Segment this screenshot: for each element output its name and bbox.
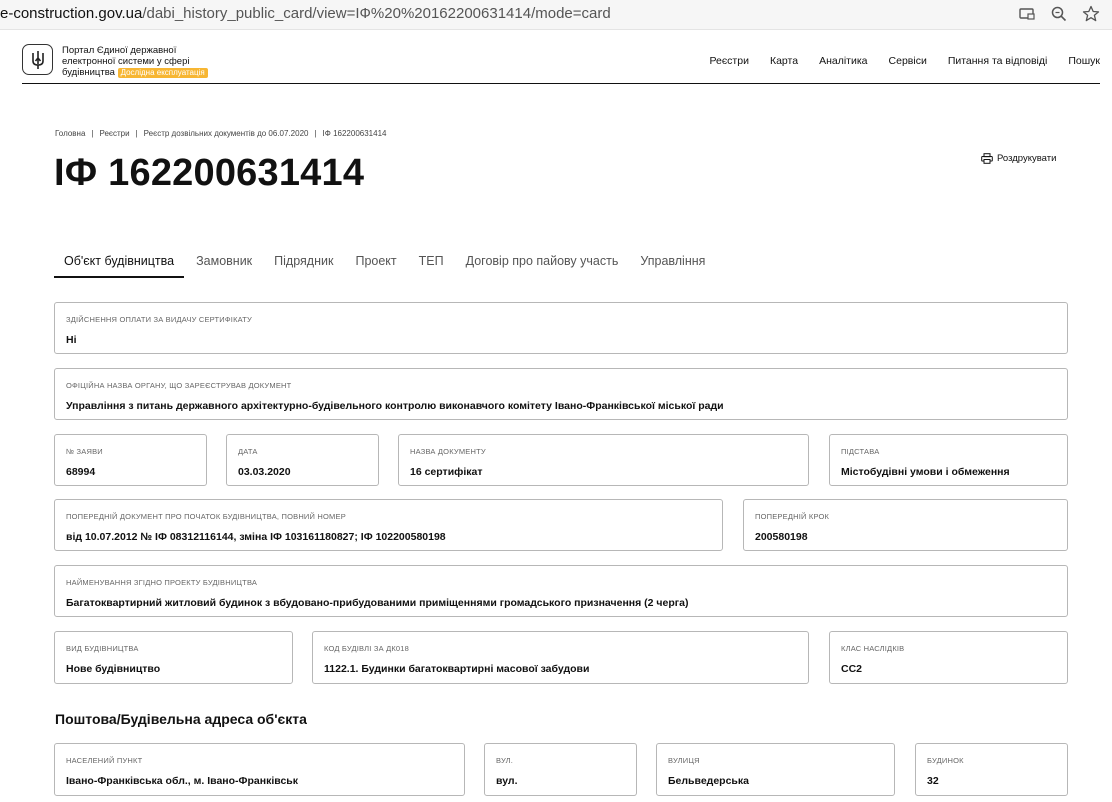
field-value: 1122.1. Будинки багатоквартирні масової … xyxy=(324,663,590,675)
field-value: 03.03.2020 xyxy=(238,466,291,478)
field-label: Попередній крок xyxy=(755,512,830,521)
print-label: Роздрукувати xyxy=(997,153,1057,164)
field-label: Підстава xyxy=(841,447,880,456)
nav-map[interactable]: Карта xyxy=(770,55,798,67)
breadcrumb-registry[interactable]: Реєстр дозвільних документів до 06.07.20… xyxy=(144,129,309,138)
tab-customer[interactable]: Замовник xyxy=(186,250,262,278)
field-label: Вулиця xyxy=(668,756,700,765)
field-value: Управління з питань державного архітекту… xyxy=(66,400,724,412)
field-label: № заяви xyxy=(66,447,103,456)
field-application-number: № заяви 68994 xyxy=(54,434,207,486)
address-section-title: Поштова/Будівельна адреса об'єкта xyxy=(55,711,307,727)
field-label: Назва документу xyxy=(410,447,486,456)
breadcrumb-separator: | xyxy=(314,129,317,138)
field-value: Ні xyxy=(66,334,77,346)
field-value: Багатоквартирний житловий будинок з вбуд… xyxy=(66,597,689,609)
field-value: Нове будівництво xyxy=(66,663,161,675)
breadcrumb-separator: | xyxy=(91,129,94,138)
field-value: Івано-Франківська обл., м. Івано-Франків… xyxy=(66,775,299,787)
field-building-code: Код будівлі за ДК018 1122.1. Будинки баг… xyxy=(312,631,809,684)
breadcrumb-current: IФ 162200631414 xyxy=(322,129,387,138)
nav-services[interactable]: Сервіси xyxy=(889,55,927,67)
field-value: СС2 xyxy=(841,663,863,675)
field-label: Населений пункт xyxy=(66,756,143,765)
trident-icon xyxy=(31,50,44,69)
main-nav: Реєстри Карта Аналітика Сервіси Питання … xyxy=(709,55,1100,67)
printer-icon xyxy=(981,153,993,164)
field-label: Клас наслідків xyxy=(841,644,905,653)
breadcrumb-registries[interactable]: Реєстри xyxy=(99,129,129,138)
field-street: Вулиця Бельведерська xyxy=(656,743,895,796)
tab-contractor[interactable]: Підрядник xyxy=(264,250,343,278)
field-authority: Офіційна назва органу, що зареєстрував д… xyxy=(54,368,1068,420)
bookmark-star-icon[interactable] xyxy=(1081,4,1101,24)
tab-construction-object[interactable]: Об'єкт будівництва xyxy=(54,250,185,278)
print-button[interactable]: Роздрукувати xyxy=(981,153,1056,164)
breadcrumb-separator: | xyxy=(135,129,138,138)
field-locality: Населений пункт Івано-Франківська обл., … xyxy=(54,743,465,796)
field-label: Дата xyxy=(238,447,258,456)
beta-badge: Дослідна експлуатація xyxy=(117,68,208,78)
nav-faq[interactable]: Питання та відповіді xyxy=(948,55,1048,67)
cast-icon[interactable] xyxy=(1017,4,1037,24)
portal-name-line1: Портал Єдиної державної xyxy=(62,45,177,56)
field-value: від 10.07.2012 № IФ 08312116144, зміна I… xyxy=(66,531,446,543)
field-street-type: Вул. вул. xyxy=(484,743,637,796)
nav-analytics[interactable]: Аналітика xyxy=(819,55,867,67)
url-path: /dabi_history_public_card/view=IФ%20%201… xyxy=(142,5,611,22)
nav-registries[interactable]: Реєстри xyxy=(709,55,749,67)
field-label: Вул. xyxy=(496,756,514,765)
breadcrumb: Головна | Реєстри | Реєстр дозвільних до… xyxy=(55,129,386,138)
portal-name-line3: будівництва xyxy=(62,67,115,78)
field-house: Будинок 32 xyxy=(915,743,1068,796)
url-text[interactable]: e-construction.gov.ua/dabi_history_publi… xyxy=(0,5,611,22)
field-label: Вид будівництва xyxy=(66,644,139,653)
field-value: 68994 xyxy=(66,466,96,478)
field-value: 200580198 xyxy=(755,531,808,543)
field-value: Містобудівні умови і обмеження xyxy=(841,466,1010,478)
field-label: Будинок xyxy=(927,756,964,765)
tab-bar: Об'єкт будівництва Замовник Підрядник Пр… xyxy=(54,250,717,278)
field-value: 32 xyxy=(927,775,939,787)
field-label: Найменування згідно проекту будівництва xyxy=(66,578,258,587)
nav-search[interactable]: Пошук xyxy=(1068,55,1100,67)
field-value: Бельведерська xyxy=(668,775,749,787)
field-label: Офіційна назва органу, що зареєстрував д… xyxy=(66,381,292,390)
browser-url-bar[interactable]: e-construction.gov.ua/dabi_history_publi… xyxy=(0,0,1112,30)
coat-of-arms-logo[interactable] xyxy=(22,44,53,75)
url-host: e-construction.gov.ua xyxy=(0,5,143,22)
tab-tep[interactable]: ТЕП xyxy=(409,250,454,278)
tab-share-agreement[interactable]: Договір про пайову участь xyxy=(456,250,629,278)
tab-project[interactable]: Проект xyxy=(345,250,406,278)
portal-name-line2: електронної системи у сфері xyxy=(62,56,190,67)
field-label: Здійснення оплати за видачу сертифікату xyxy=(66,315,252,324)
field-previous-step: Попередній крок 200580198 xyxy=(743,499,1068,551)
page-title: IФ 162200631414 xyxy=(54,152,365,194)
field-document-name: Назва документу 16 сертифікат xyxy=(398,434,809,486)
field-label: Попередній документ про початок будівниц… xyxy=(66,512,346,521)
field-payment: Здійснення оплати за видачу сертифікату … xyxy=(54,302,1068,354)
field-label: Код будівлі за ДК018 xyxy=(324,644,410,653)
breadcrumb-home[interactable]: Головна xyxy=(55,129,85,138)
zoom-icon[interactable] xyxy=(1049,4,1069,24)
field-basis: Підстава Містобудівні умови і обмеження xyxy=(829,434,1068,486)
portal-name[interactable]: Портал Єдиної державної електронної сист… xyxy=(62,45,222,78)
field-date: Дата 03.03.2020 xyxy=(226,434,379,486)
tab-management[interactable]: Управління xyxy=(630,250,715,278)
field-construction-type: Вид будівництва Нове будівництво xyxy=(54,631,293,684)
site-header: Портал Єдиної державної електронної сист… xyxy=(22,38,1100,84)
field-value: вул. xyxy=(496,775,518,787)
field-consequence-class: Клас наслідків СС2 xyxy=(829,631,1068,684)
field-project-name: Найменування згідно проекту будівництва … xyxy=(54,565,1068,617)
field-previous-document: Попередній документ про початок будівниц… xyxy=(54,499,723,551)
field-value: 16 сертифікат xyxy=(410,466,483,478)
